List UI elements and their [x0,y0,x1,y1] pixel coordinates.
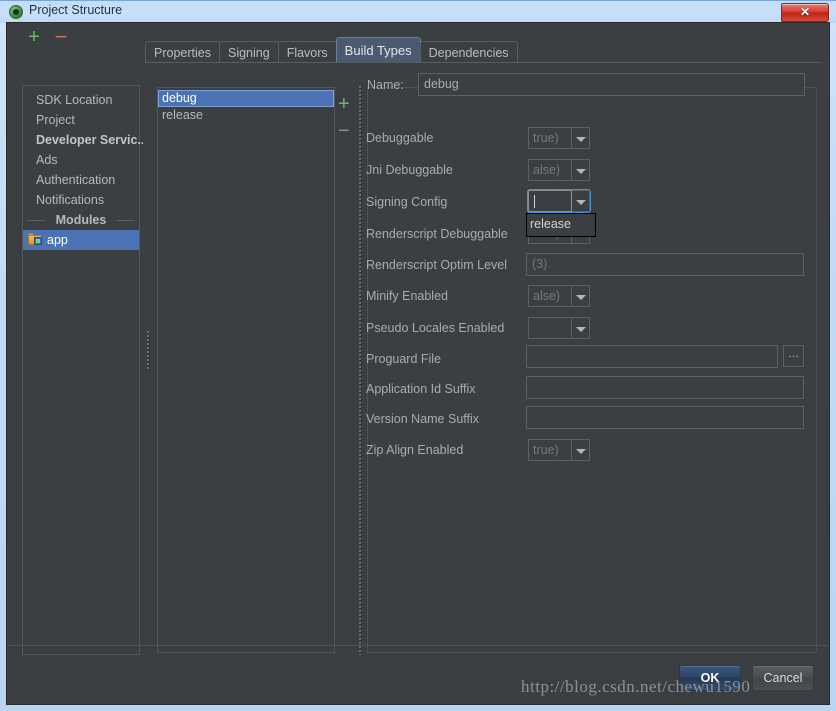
combo-debuggable[interactable]: true) [528,127,590,149]
close-icon: ✕ [799,5,811,19]
android-studio-icon [9,5,23,19]
combo-value[interactable]: alse) [528,159,572,181]
combo-zip-align-enabled[interactable]: true) [528,439,590,461]
sidebar-item-notifications[interactable]: Notifications [23,190,139,210]
add-module-button[interactable]: + [25,27,43,47]
combo-value[interactable]: true) [528,127,572,149]
add-build-type-button[interactable]: + [338,94,350,114]
sidebar-item-project[interactable]: Project [23,110,139,130]
label-minify-enabled: Minify Enabled [366,289,448,303]
footer-separator [7,645,829,646]
list-item[interactable]: release [158,107,334,124]
remove-module-button[interactable]: − [52,26,70,48]
tab-flavors[interactable]: Flavors [277,41,337,63]
chevron-down-icon[interactable] [572,285,590,307]
title-bar: Project Structure ✕ [0,0,836,23]
sidebar-toolbar: + − [7,23,139,53]
signing-config-dropdown-popup[interactable]: release [526,213,596,237]
close-button[interactable]: ✕ [781,3,829,22]
build-types-list: debug release [157,87,335,653]
tab-properties[interactable]: Properties [145,41,220,63]
combo-value[interactable]: true) [528,439,572,461]
sidebar-item-ads[interactable]: Ads [23,150,139,170]
sidebar-item-sdk-location[interactable]: SDK Location [23,90,139,110]
dropdown-option-release[interactable]: release [527,214,595,236]
label-application-id-suffix: Application Id Suffix [366,382,476,396]
application-window: Project Structure ✕ + − Properties Signin… [0,0,836,711]
tab-signing[interactable]: Signing [218,41,279,63]
combo-value[interactable]: alse) [528,285,572,307]
input-proguard-file[interactable] [526,345,778,368]
chevron-down-icon[interactable] [572,439,590,461]
ok-button[interactable]: OK [679,665,741,691]
label-renderscript-debuggable: Renderscript Debuggable [366,227,508,241]
sidebar-item-app[interactable]: app [23,230,139,250]
chevron-down-icon[interactable] [572,127,590,149]
splitter-grip [358,85,362,655]
cancel-button[interactable]: Cancel [752,665,814,691]
sidebar-item-authentication[interactable]: Authentication [23,170,139,190]
remove-build-type-button[interactable]: − [338,121,350,141]
separator-line-right [117,220,135,221]
combo-pseudo-locales-enabled[interactable] [528,317,590,339]
module-folder-icon [28,233,43,246]
input-version-name-suffix[interactable] [526,406,804,429]
sidebar-tree: SDK Location Project Developer Servic...… [22,85,148,655]
tab-underline [145,62,821,63]
chevron-down-icon[interactable] [572,159,590,181]
text-caret [534,195,535,208]
tab-build-types[interactable]: Build Types [335,37,421,63]
combo-signing-config[interactable] [527,189,591,213]
combo-jni-debuggable[interactable]: alse) [528,159,590,181]
splitter-grip [146,330,150,370]
name-input[interactable]: debug [418,73,805,96]
chevron-down-icon[interactable] [572,317,590,339]
list-item[interactable]: debug [158,90,334,107]
tab-dependencies[interactable]: Dependencies [419,41,518,63]
label-zip-align-enabled: Zip Align Enabled [366,443,464,457]
window-title: Project Structure [29,3,123,17]
combo-value[interactable] [528,317,572,339]
sidebar-group-modules: Modules [23,210,139,230]
label-version-name-suffix: Version Name Suffix [366,412,480,426]
tab-bar: Properties Signing Flavors Build Types Depen… [145,37,518,63]
label-signing-config: Signing Config [366,195,448,209]
label-renderscript-optim-level: Renderscript Optim Level [366,258,508,272]
separator-line-left [27,220,45,221]
sidebar-item-label: app [47,233,68,247]
input-application-id-suffix[interactable] [526,376,804,399]
label-jni-debuggable: Jni Debuggable [366,163,453,177]
sidebar-item-developer-services[interactable]: Developer Servic... [23,130,148,150]
combo-value[interactable] [528,190,572,212]
sidebar-splitter[interactable] [143,85,153,655]
list-splitter[interactable] [355,85,365,655]
chevron-down-icon[interactable] [572,190,590,212]
name-label: Name: [367,78,404,92]
combo-minify-enabled[interactable]: alse) [528,285,590,307]
sidebar-group-label: Modules [55,213,107,227]
label-pseudo-locales-enabled: Pseudo Locales Enabled [366,321,505,335]
browse-proguard-file-button[interactable]: ... [783,345,804,367]
label-debuggable: Debuggable [366,131,434,145]
input-renderscript-optim-level[interactable]: (3) [526,253,804,276]
label-proguard-file: Proguard File [366,352,442,366]
